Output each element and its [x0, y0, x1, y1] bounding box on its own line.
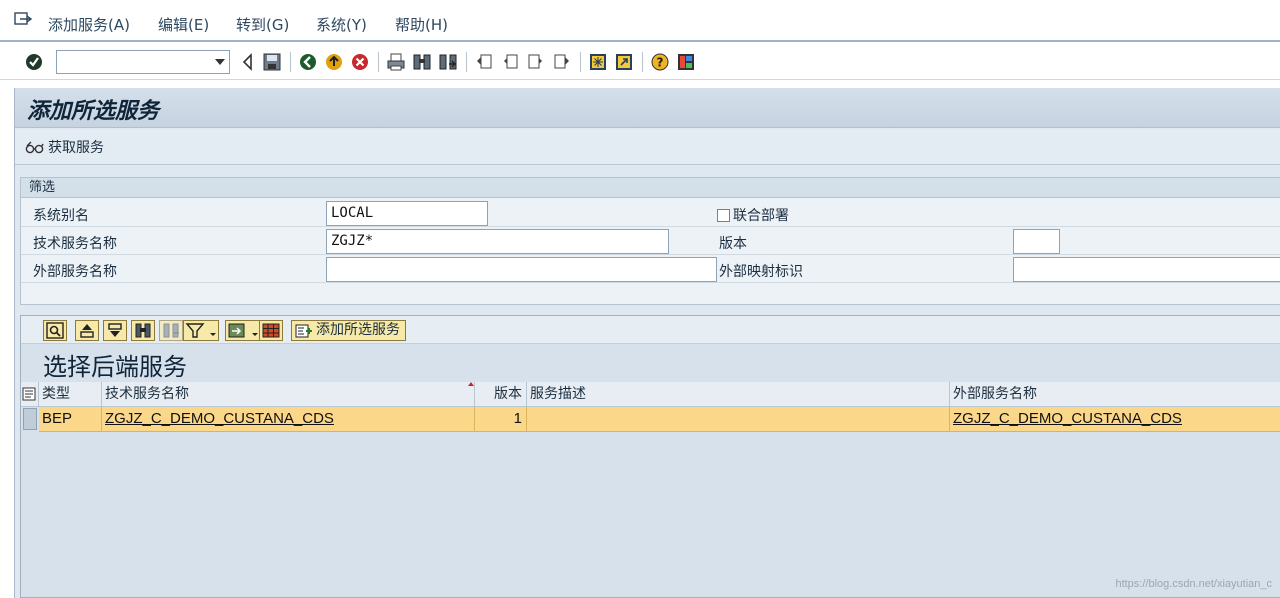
find-button[interactable]	[131, 320, 155, 341]
toolbar-separator	[290, 52, 291, 72]
print-icon[interactable]	[386, 52, 406, 72]
tech-service-name-field[interactable]: ZGJZ*	[326, 229, 669, 254]
column-header-tech-service-name[interactable]: 技术服务名称	[102, 382, 475, 407]
nav-back-icon[interactable]	[298, 52, 318, 72]
command-field[interactable]	[56, 50, 230, 74]
find-next-icon	[163, 323, 179, 338]
watermark: https://blog.csdn.net/xiayutian_c	[1115, 578, 1272, 590]
filter-row-tech-service: 技术服务名称 ZGJZ* 版本	[21, 228, 1280, 255]
menu-edit[interactable]: 编辑(E)	[158, 14, 209, 35]
find-next-icon[interactable]	[438, 52, 458, 72]
save-icon[interactable]	[262, 52, 282, 72]
add-selected-services-label: 添加所选服务	[316, 322, 400, 338]
glasses-icon	[25, 141, 44, 154]
check-icon[interactable]	[24, 52, 44, 72]
external-service-name-field[interactable]	[326, 257, 717, 282]
shortcut-icon[interactable]	[614, 52, 634, 72]
sort-descending-button[interactable]	[103, 320, 127, 341]
menu-goto[interactable]: 转到(G)	[236, 14, 289, 35]
export-button[interactable]	[225, 320, 261, 341]
find-next-button[interactable]	[159, 320, 183, 341]
system-alias-field[interactable]: LOCAL	[326, 201, 488, 226]
cell-external-service-name[interactable]: ZGJZ_C_DEMO_CUSTANA_CDS	[950, 407, 1280, 432]
co-deployment-checkbox[interactable]: 联合部署	[717, 205, 789, 225]
magnifier-icon	[46, 322, 64, 339]
external-service-name-label: 外部服务名称	[33, 264, 117, 280]
select-all-icon[interactable]	[21, 382, 39, 407]
column-header-external-service-name[interactable]: 外部服务名称	[950, 382, 1280, 407]
menu-add-service[interactable]: 添加服务(A)	[48, 14, 130, 35]
tech-service-name-label: 技术服务名称	[33, 236, 117, 252]
next-page-icon[interactable]	[526, 52, 546, 72]
tech-service-name-header-label: 技术服务名称	[105, 386, 189, 402]
grid-icon	[262, 323, 280, 338]
page-title: 添加所选服务	[27, 98, 160, 124]
version-field[interactable]	[1013, 229, 1060, 254]
filter-icon	[185, 323, 216, 338]
grid-title: 选择后端服务	[43, 353, 187, 381]
toolbar-separator	[642, 52, 643, 72]
cell-description[interactable]	[527, 407, 950, 432]
layout-grid-button[interactable]	[259, 320, 283, 341]
export-icon	[228, 323, 258, 338]
menu-help[interactable]: 帮助(H)	[395, 14, 448, 35]
back-icon[interactable]	[238, 52, 258, 72]
filter-row-external-service: 外部服务名称 外部映射标识	[21, 256, 1280, 283]
get-services-button[interactable]: 获取服务	[25, 137, 104, 157]
co-deployment-label: 联合部署	[733, 208, 789, 224]
add-icon	[295, 324, 312, 338]
external-mapping-id-field[interactable]	[1013, 257, 1280, 282]
sort-ascending-button[interactable]	[75, 320, 99, 341]
filter-row-system-alias: 系统别名 LOCAL 联合部署	[21, 200, 1280, 227]
exit-icon[interactable]	[324, 52, 344, 72]
version-label: 版本	[719, 236, 747, 252]
prev-page-icon[interactable]	[500, 52, 520, 72]
standard-toolbar: ?	[0, 44, 1280, 80]
filter-header: 筛选	[21, 178, 1280, 198]
help-icon[interactable]: ?	[650, 52, 670, 72]
cell-version[interactable]: 1	[475, 407, 527, 432]
add-selected-services-button[interactable]: 添加所选服务	[291, 320, 406, 341]
cancel-icon[interactable]	[350, 52, 370, 72]
column-header-description[interactable]: 服务描述	[527, 382, 950, 407]
sort-ascending-icon	[80, 324, 94, 338]
external-mapping-id-label: 外部映射标识	[719, 264, 803, 280]
details-button[interactable]	[43, 320, 67, 341]
toolbar-separator	[378, 52, 379, 72]
column-header-type[interactable]: 类型	[39, 382, 102, 407]
application-toolbar: 获取服务	[15, 129, 1280, 165]
sort-descending-icon	[108, 323, 122, 337]
menu-bar: 添加服务(A) 编辑(E) 转到(G) 系统(Y) 帮助(H)	[0, 0, 1280, 42]
system-alias-label: 系统别名	[33, 208, 89, 224]
binoculars-icon	[135, 323, 151, 338]
menu-system[interactable]: 系统(Y)	[316, 14, 367, 35]
filter-section: 筛选 系统别名 LOCAL 联合部署 技术服务名称 ZGJZ* 版本 外部服务名…	[20, 177, 1280, 305]
sort-marker-icon	[468, 382, 474, 386]
toolbar-separator	[466, 52, 467, 72]
first-page-icon[interactable]	[474, 52, 494, 72]
new-session-icon[interactable]	[588, 52, 608, 72]
svg-text:?: ?	[657, 56, 664, 70]
toolbar-separator	[580, 52, 581, 72]
cell-type[interactable]: BEP	[39, 407, 102, 432]
title-bar: 添加所选服务	[15, 88, 1280, 128]
menu-launcher-icon[interactable]	[14, 12, 32, 28]
chevron-down-icon[interactable]	[215, 59, 225, 65]
get-services-label: 获取服务	[48, 140, 104, 156]
checkbox-icon[interactable]	[717, 208, 730, 222]
layout-icon[interactable]	[676, 52, 696, 72]
grid-toolbar: 添加所选服务	[21, 316, 1280, 344]
row-selector[interactable]	[23, 408, 37, 430]
find-icon[interactable]	[412, 52, 432, 72]
command-input[interactable]	[57, 51, 207, 73]
service-grid: 添加所选服务 选择后端服务 类型 技术服务名称 版本 服务描述 外部服务名称 B…	[20, 315, 1280, 598]
main-area: 添加所选服务 获取服务 筛选 系统别名 LOCAL 联合部署 技术服务名称 ZG…	[14, 88, 1280, 598]
last-page-icon[interactable]	[552, 52, 572, 72]
column-header-version[interactable]: 版本	[475, 382, 527, 407]
filter-button[interactable]	[183, 320, 219, 341]
cell-tech-service-name[interactable]: ZGJZ_C_DEMO_CUSTANA_CDS	[102, 407, 475, 432]
